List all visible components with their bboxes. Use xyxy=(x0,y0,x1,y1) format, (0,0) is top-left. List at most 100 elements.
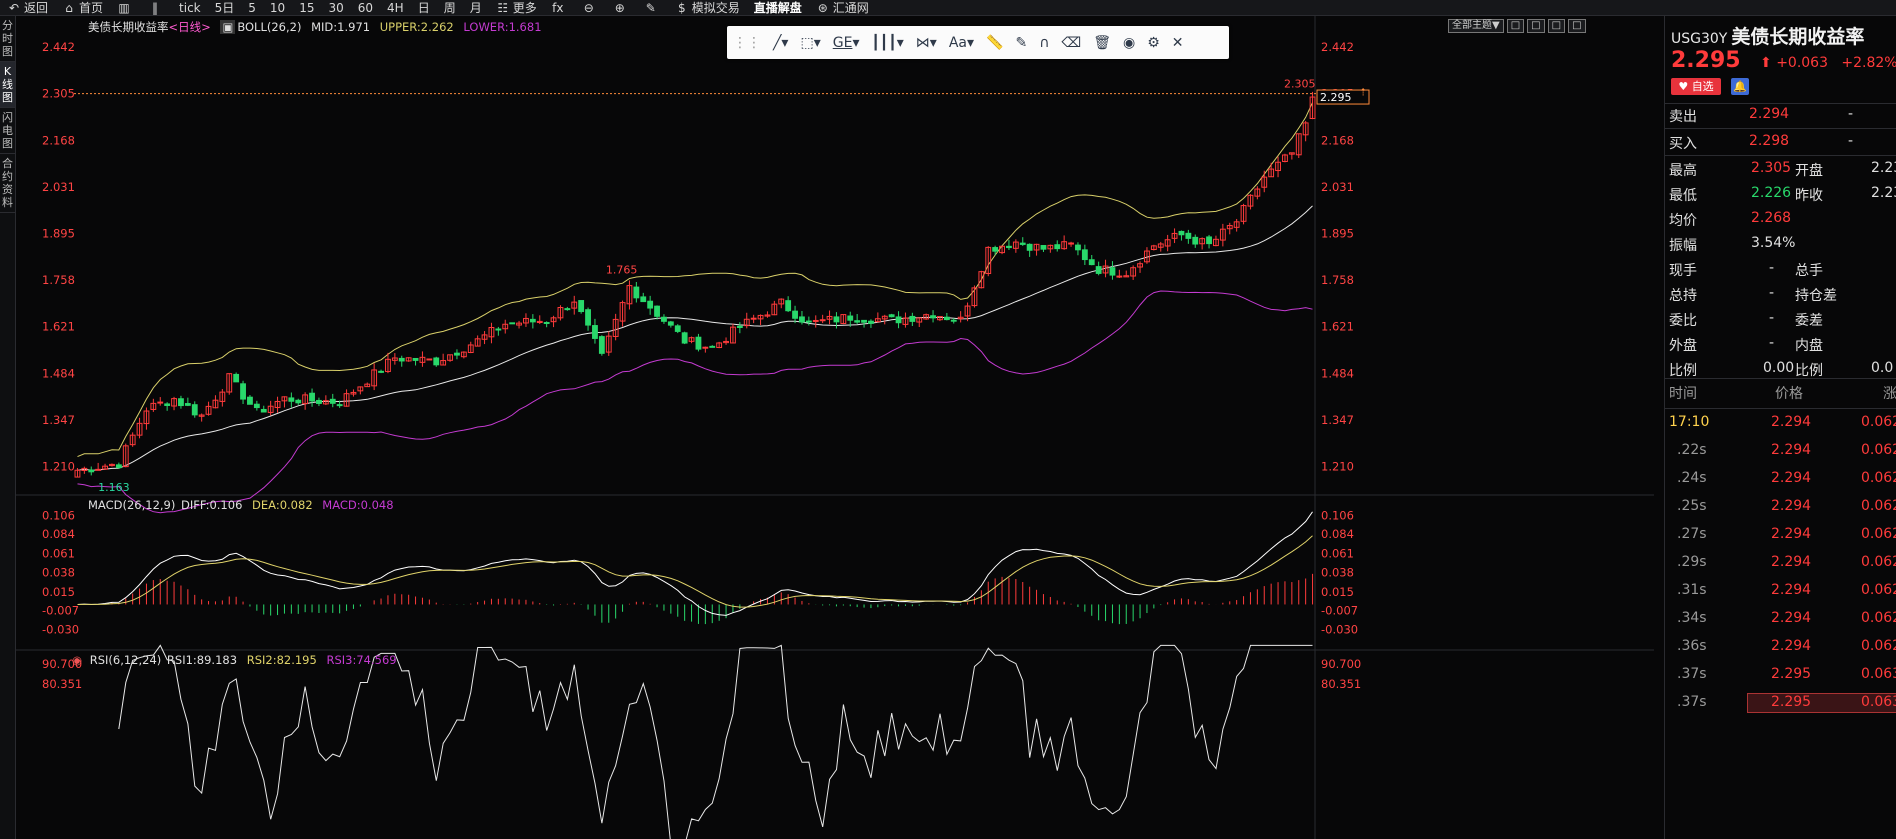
drag-handle-icon[interactable]: ⋮⋮ xyxy=(727,26,767,59)
left-tab-3[interactable]: 合约资料 xyxy=(0,154,15,213)
candle-body xyxy=(157,401,164,404)
boll-lower: LOWER:1.681 xyxy=(463,20,542,34)
candle-body xyxy=(178,398,184,407)
layout-button-2[interactable]: □ xyxy=(1527,18,1545,33)
toolbar-item-10[interactable]: 60 xyxy=(351,0,380,16)
candle-body xyxy=(398,357,405,362)
drawing-toolbar[interactable]: ⋮⋮ ╱▾ ⬚▾ GE ▾ ┃┃┃▾ ⋈▾ Aa ▾ 📏 ✎ ∩ ⌫ 🗑 ◉ ⚙ ✕ xyxy=(727,26,1229,59)
candle-body xyxy=(164,403,171,406)
candle-body xyxy=(868,320,874,324)
candle xyxy=(143,407,150,430)
tick-time: .24s xyxy=(1677,470,1707,486)
price-tick-left: 1.621 xyxy=(42,320,75,334)
bars-tool-icon[interactable]: ┃┃┃▾ xyxy=(865,26,909,59)
toolbar-item-12[interactable]: 日 xyxy=(411,0,437,16)
boll-mid: MID:1.971 xyxy=(311,20,371,34)
macd-tick-right: 0.015 xyxy=(1321,585,1354,599)
candle xyxy=(226,373,233,395)
toolbar-item-1[interactable]: ⌂ 首页 xyxy=(55,0,110,16)
candle xyxy=(1137,261,1143,273)
layout-button-4[interactable]: □ xyxy=(1568,18,1586,33)
candle xyxy=(495,326,502,336)
rsi-settings-icon[interactable]: ◉ xyxy=(72,653,82,667)
toolbar-item-16[interactable]: fx xyxy=(544,0,575,16)
left-tab-1[interactable]: K线图 xyxy=(0,62,15,108)
toolbar-item-20[interactable]: $ 模拟交易 xyxy=(668,0,747,16)
candle xyxy=(302,392,309,410)
toolbar-item-11[interactable]: 4H xyxy=(380,0,411,16)
layout-button-3[interactable]: □ xyxy=(1547,18,1566,33)
trash-icon[interactable]: 🗑 xyxy=(1087,26,1117,59)
toolbar-item-9[interactable]: 30 xyxy=(321,0,350,16)
left-tab-0[interactable]: 分时图 xyxy=(0,16,15,62)
quote-row: .25s 2.294 0.062 xyxy=(1665,494,1896,522)
rect-tool-icon[interactable]: ⬚▾ xyxy=(794,26,826,59)
toolbar-item-21[interactable]: 直播解盘 xyxy=(747,0,809,16)
quote-row: 均价 2.268 xyxy=(1665,207,1896,232)
candle xyxy=(743,312,750,329)
close-icon[interactable]: ✕ xyxy=(1166,26,1190,59)
ruler-icon[interactable]: 📏 xyxy=(980,26,1009,59)
candle xyxy=(550,315,557,328)
toolbar-item-8[interactable]: 15 xyxy=(292,0,321,16)
candle-body xyxy=(295,399,302,404)
tick-change: 0.062 xyxy=(1861,554,1896,570)
layout-button-1[interactable]: □ xyxy=(1506,18,1525,33)
add-watchlist-button[interactable]: ♥ 自选 xyxy=(1671,78,1721,95)
toolbar-item-6[interactable]: 5 xyxy=(241,0,263,16)
macd-tick-right: -0.030 xyxy=(1321,623,1358,637)
last-price: 2.295 xyxy=(1671,48,1741,73)
price-tick-right: 2.442 xyxy=(1321,40,1354,54)
chart-area[interactable]: 2.442 2.442 2.305 2.305 2.168 2.168 2.031 2.031… xyxy=(16,16,1654,839)
candle-body xyxy=(854,320,861,323)
candle xyxy=(833,312,840,329)
boll-toggle-icon[interactable]: ▣ xyxy=(220,20,236,34)
toolbar-item-19[interactable]: ✎ xyxy=(637,0,668,16)
candle xyxy=(378,369,384,374)
pencil-icon[interactable]: ✎ xyxy=(1009,26,1033,59)
price-tick-right: 2.031 xyxy=(1321,180,1354,194)
line-tool-icon[interactable]: ╱▾ xyxy=(767,26,794,59)
toolbar-item-14[interactable]: 月 xyxy=(463,0,489,16)
toolbar-item-0[interactable]: ↶ 返回 xyxy=(0,0,55,16)
eye-icon[interactable]: ◉ xyxy=(1117,26,1141,59)
toolbar-item-15[interactable]: ☷ 更多 xyxy=(489,0,544,16)
candle xyxy=(909,312,916,327)
candle-body xyxy=(191,404,198,416)
eraser-icon[interactable]: ⌫ xyxy=(1055,26,1087,59)
candle xyxy=(1164,234,1171,252)
kline-chart-svg[interactable]: 2.442 2.442 2.305 2.305 2.168 2.168 2.031 2.031… xyxy=(16,16,1654,839)
candle xyxy=(902,312,909,328)
macd-tick-left: 0.084 xyxy=(42,527,75,541)
toolbar-item-17[interactable]: ⊖ xyxy=(575,0,606,16)
divider xyxy=(1665,408,1896,409)
stat-label: 委比 xyxy=(1669,313,1697,329)
quote-row: 委比 - 委差 xyxy=(1665,307,1896,332)
toolbar-item-5[interactable]: 5日 xyxy=(208,0,242,16)
pattern-tool-icon[interactable]: ⋈▾ xyxy=(910,26,943,59)
toolbar-item-3[interactable]: ‖ xyxy=(141,0,172,16)
text-tool-icon[interactable]: Aa ▾ xyxy=(943,26,980,59)
toolbar-item-4[interactable]: tick xyxy=(172,0,208,16)
stat-label: 比例 xyxy=(1669,363,1697,379)
theme-select[interactable]: 全部主题▼ xyxy=(1448,18,1504,33)
stat-value: - xyxy=(1769,310,1775,326)
candle xyxy=(626,280,633,310)
macd-value: MACD:0.048 xyxy=(322,498,394,512)
tick-time: .37s xyxy=(1677,666,1707,682)
toolbar-item-2[interactable]: ▥ xyxy=(110,0,141,16)
toolbar-item-7[interactable]: 10 xyxy=(263,0,292,16)
left-tab-2[interactable]: 闪电图 xyxy=(0,108,15,154)
fib-tool-icon[interactable]: GE ▾ xyxy=(827,26,866,59)
toolbar-item-13[interactable]: 周 xyxy=(437,0,463,16)
candle-body xyxy=(633,286,640,299)
settings-icon[interactable]: ⚙ xyxy=(1141,26,1166,59)
expand-up-icon[interactable]: ⇡ xyxy=(1359,88,1367,99)
toolbar-item-22[interactable]: ⊛ 汇通网 xyxy=(809,0,876,16)
alert-bell-button[interactable]: 🔔 xyxy=(1731,78,1749,95)
magnet-icon[interactable]: ∩ xyxy=(1033,26,1055,59)
quote-row: 总持 - 持仓差 xyxy=(1665,282,1896,307)
quote-row: .34s 2.294 0.062 xyxy=(1665,606,1896,634)
toolbar-item-18[interactable]: ⊕ xyxy=(606,0,637,16)
candle xyxy=(474,335,481,347)
